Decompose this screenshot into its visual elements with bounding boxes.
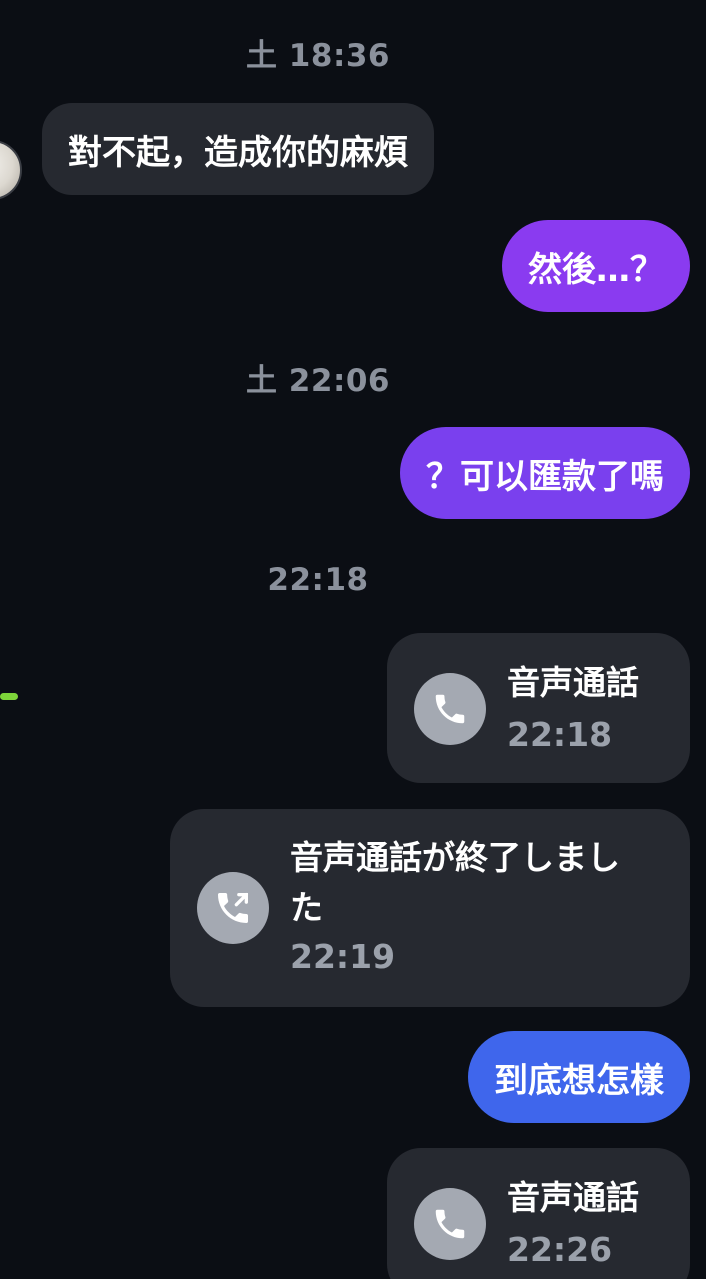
- call-time: 22:18: [507, 715, 613, 754]
- call-title: 音声通話: [507, 663, 639, 702]
- timestamp: 土 22:06: [246, 363, 390, 399]
- call-card[interactable]: 音声通話 22:18: [387, 633, 690, 783]
- phone-icon: [414, 1188, 486, 1260]
- incoming-message[interactable]: 對不起，造成你的麻煩: [42, 103, 434, 195]
- call-time: 22:26: [507, 1230, 613, 1269]
- call-title: 音声通話: [507, 1178, 639, 1217]
- phone-outgoing-icon: [197, 872, 269, 944]
- timestamp: 22:18: [267, 562, 369, 598]
- outgoing-message[interactable]: 然後…？: [502, 220, 690, 312]
- outgoing-message[interactable]: ？可以匯款了嗎: [400, 427, 690, 519]
- message-text: 然後…？: [528, 249, 664, 290]
- outgoing-message[interactable]: 到底想怎樣: [468, 1031, 690, 1123]
- unread-indicator: [0, 693, 18, 700]
- message-text: ？可以匯款了嗎: [426, 456, 664, 497]
- avatar[interactable]: [0, 140, 22, 200]
- phone-icon: [414, 673, 486, 745]
- call-time: 22:19: [290, 937, 396, 976]
- call-card[interactable]: 音声通話 22:26: [387, 1148, 690, 1279]
- chat-screen[interactable]: 土 18:36 對不起，造成你的麻煩 然後…？ 土 22:06 ？可以匯款了嗎 …: [0, 0, 706, 1279]
- call-title: 音声通話が終了しました: [290, 838, 620, 927]
- message-text: 對不起，造成你的麻煩: [68, 132, 408, 173]
- message-text: 到底想怎樣: [494, 1060, 664, 1101]
- timestamp: 土 18:36: [246, 38, 390, 74]
- call-card[interactable]: 音声通話が終了しました 22:19: [170, 809, 690, 1007]
